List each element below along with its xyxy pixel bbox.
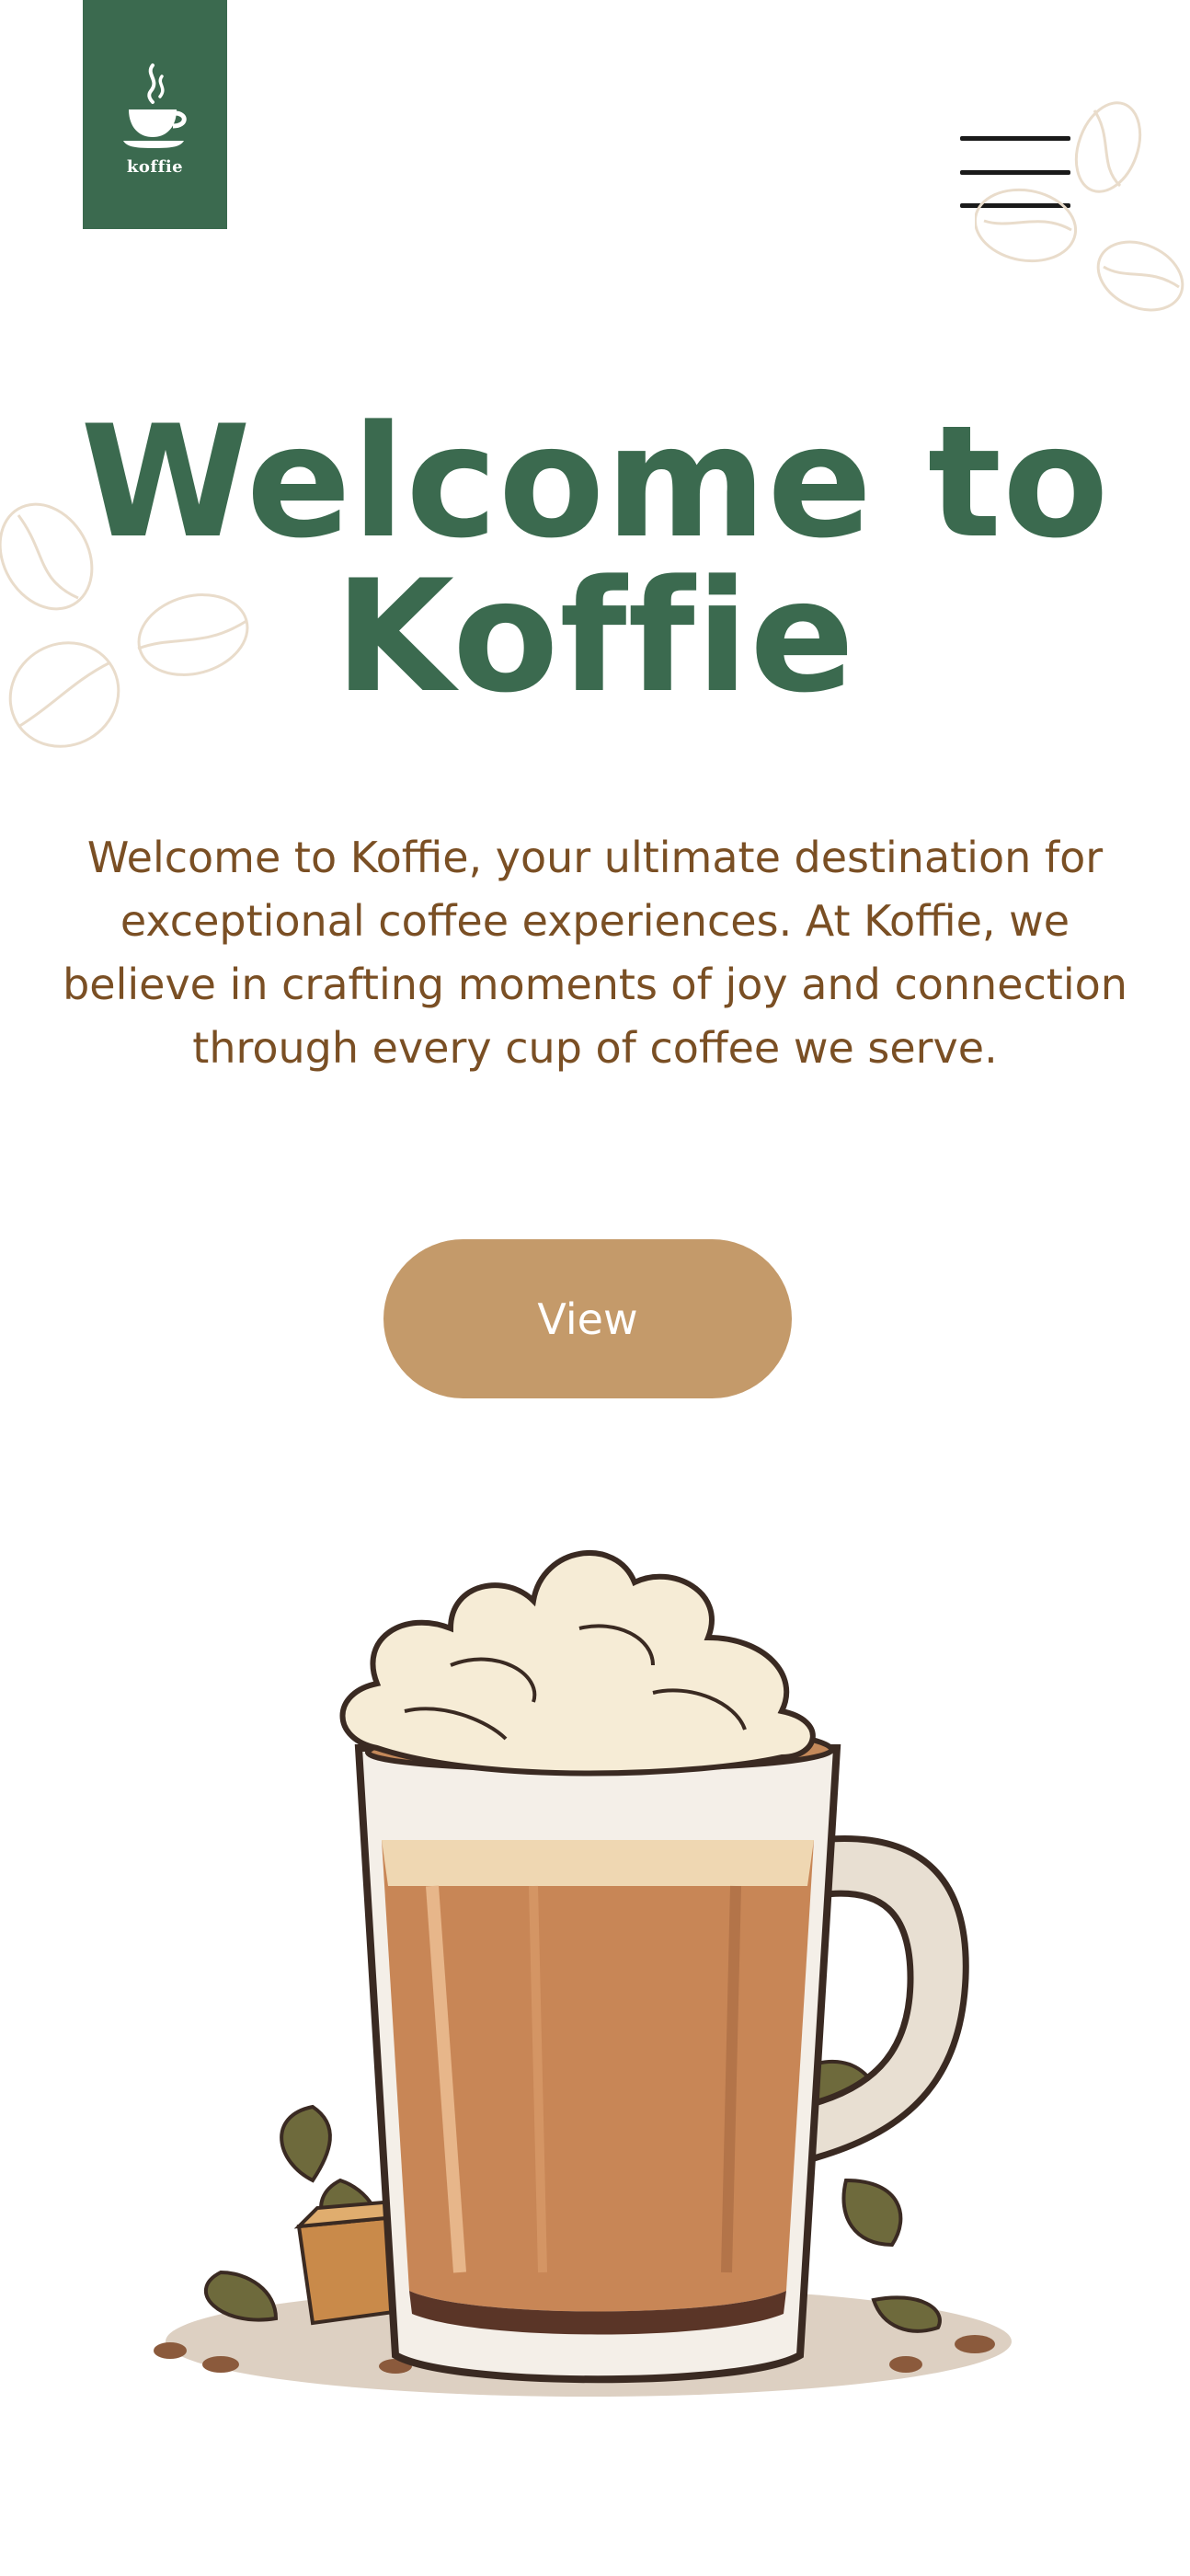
page-title: Welcome to Koffie	[0, 405, 1190, 714]
page-title-line: Koffie	[334, 546, 856, 727]
page-title-line: Welcome to	[80, 392, 1110, 572]
coffee-latte-mug-illustration	[154, 1549, 1012, 2397]
logo-text: koffie	[126, 157, 184, 177]
coffee-cup-icon	[122, 63, 187, 148]
coffee-bean-decoration-icon	[975, 101, 1184, 312]
intro-paragraph: Welcome to Koffie, your ultimate destina…	[63, 833, 1127, 1073]
view-button[interactable]: View	[383, 1239, 792, 1398]
brand-logo[interactable]: koffie	[83, 0, 227, 229]
